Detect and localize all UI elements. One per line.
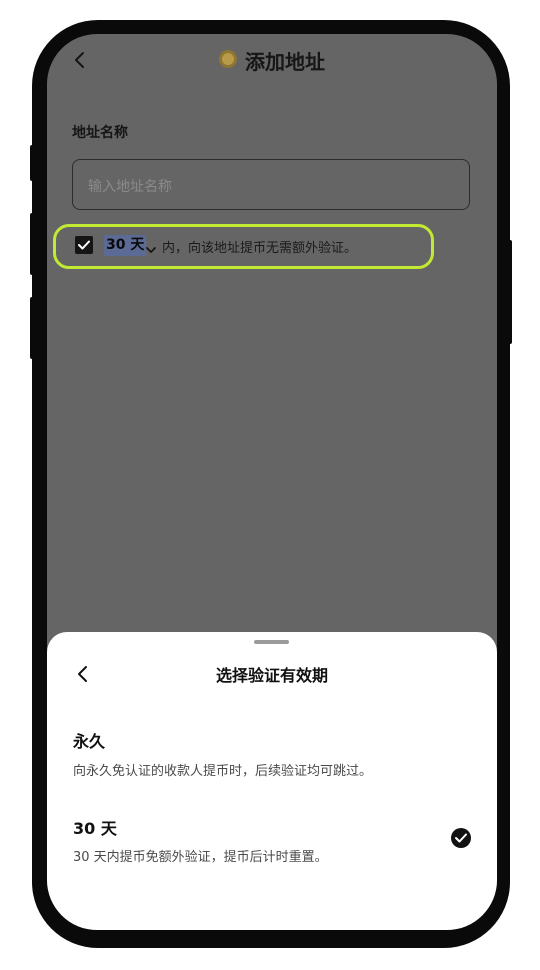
side-button bbox=[30, 145, 34, 181]
address-name-input[interactable]: 输入地址名称 bbox=[72, 159, 470, 210]
volume-up-button bbox=[30, 213, 34, 275]
screen: 添加地址 地址名称 输入地址名称 30 天 内，向该地址提币无需额外验证。 选择… bbox=[47, 34, 497, 930]
page-title: 添加地址 bbox=[245, 50, 325, 74]
days-selector[interactable]: 30 天 bbox=[104, 235, 147, 256]
remember-checkbox[interactable] bbox=[75, 236, 93, 254]
option-title: 30 天 bbox=[73, 819, 117, 838]
coin-icon bbox=[219, 49, 237, 68]
validity-bottom-sheet: 选择验证有效期 永久 向永久免认证的收款人提币时，后续验证均可跳过。 30 天 … bbox=[47, 632, 497, 930]
option-title: 永久 bbox=[73, 732, 106, 751]
condition-text: 内，向该地址提币无需额外验证。 bbox=[162, 241, 358, 256]
sheet-grabber[interactable] bbox=[254, 640, 289, 644]
address-name-label: 地址名称 bbox=[72, 125, 128, 141]
address-name-placeholder: 输入地址名称 bbox=[88, 179, 172, 195]
option-desc: 30 天内提币免额外验证，提币后计时重置。 bbox=[73, 850, 328, 865]
volume-down-button bbox=[30, 297, 34, 359]
sheet-title: 选择验证有效期 bbox=[215, 666, 328, 685]
power-button bbox=[508, 240, 512, 344]
chevron-down-icon[interactable] bbox=[145, 240, 157, 259]
selected-check-icon bbox=[451, 828, 471, 848]
header: 添加地址 bbox=[47, 46, 497, 75]
option-desc: 向永久免认证的收款人提币时，后续验证均可跳过。 bbox=[73, 764, 373, 779]
